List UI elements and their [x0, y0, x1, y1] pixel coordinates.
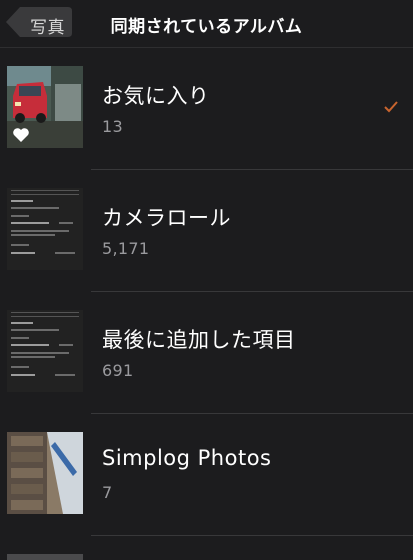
album-row-recently-added[interactable]: 最後に追加した項目 691: [0, 292, 413, 414]
album-count: 691: [102, 361, 134, 380]
heart-icon: [13, 128, 29, 142]
page-title: 同期されているアルバム: [110, 17, 303, 37]
album-thumbnail: [7, 66, 83, 148]
album-name: 最後に追加した項目: [102, 328, 296, 352]
album-count: 5,171: [102, 239, 150, 258]
album-name: Simplog Photos: [102, 446, 272, 470]
album-count: 13: [102, 117, 123, 136]
album-name: カメラロール: [102, 206, 231, 230]
album-row-camera-roll[interactable]: カメラロール 5,171: [0, 170, 413, 292]
checkmark-icon: [384, 101, 398, 113]
album-thumbnail: [7, 310, 83, 392]
album-name: お気に入り: [102, 84, 210, 108]
album-count: 7: [102, 483, 113, 502]
row-divider: [91, 535, 413, 536]
album-thumbnail-partial: [7, 554, 83, 560]
album-thumbnail: [7, 432, 83, 514]
album-thumbnail: [7, 188, 83, 270]
album-row-simplog-photos[interactable]: Simplog Photos 7: [0, 414, 413, 536]
album-row-favorites[interactable]: お気に入り 13: [0, 48, 413, 170]
navigation-bar: 写真 同期されているアルバム: [0, 0, 413, 48]
